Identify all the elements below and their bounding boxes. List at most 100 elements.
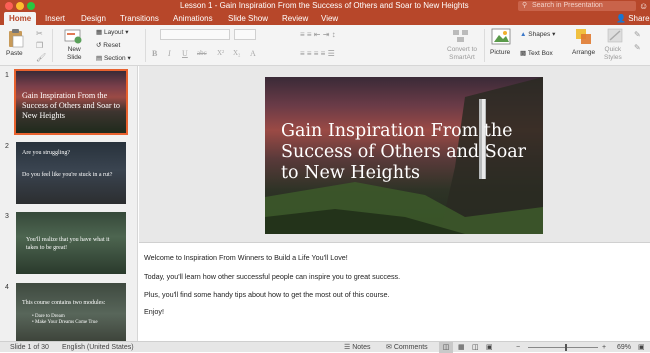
language-status[interactable]: English (United States) — [62, 342, 134, 353]
zoom-window-button[interactable] — [27, 2, 35, 10]
search-input[interactable]: ⚲ Search in Presentation — [518, 1, 636, 11]
zoom-level[interactable]: 69% — [617, 342, 631, 353]
align-icon[interactable]: ≡ ≡ ≡ ≡ ☰ — [300, 49, 335, 58]
tab-design[interactable]: Design — [81, 12, 106, 25]
zoom-in-button[interactable]: + — [602, 342, 606, 353]
reset-label: Reset — [103, 42, 121, 49]
shape-fill-icon[interactable]: ✎ — [634, 30, 641, 39]
italic-button[interactable]: I — [168, 49, 171, 58]
fit-to-window-icon[interactable]: ▣ — [638, 342, 645, 353]
slide-show-button[interactable]: ▣ — [486, 342, 493, 353]
slide-title[interactable]: Gain Inspiration From the Success of Oth… — [281, 121, 531, 184]
speaker-notes-pane[interactable]: Welcome to Inspiration From Winners to B… — [139, 242, 650, 341]
paste-label: Paste — [6, 50, 23, 57]
comments-toggle-button[interactable]: ✉ Comments — [386, 342, 428, 353]
slide-thumbnail-4[interactable]: This course contains two modules: • Dare… — [16, 283, 126, 345]
bullets-icon[interactable]: ≡ ≡ ⇤ ⇥ ↕ — [300, 30, 336, 39]
section-label: Section — [103, 55, 126, 62]
convert-smartart-label: Convert to SmartArt — [447, 46, 477, 61]
font-color-button[interactable]: A — [250, 49, 256, 58]
ribbon-separator — [52, 29, 53, 62]
slide-number: 2 — [5, 143, 9, 150]
underline-button[interactable]: U — [182, 49, 188, 58]
notes-label: Notes — [352, 344, 371, 351]
tab-insert[interactable]: Insert — [45, 12, 65, 25]
reading-view-button[interactable]: ◫ — [472, 342, 479, 353]
tab-home[interactable]: Home — [4, 12, 37, 25]
section-button[interactable]: ▤ Section ▾ — [96, 54, 131, 62]
normal-view-button[interactable]: ◫ — [439, 342, 453, 353]
title-bar: Lesson 1 - Gain Inspiration From the Suc… — [0, 0, 650, 12]
notes-toggle-button[interactable]: ☰ Notes — [344, 342, 371, 353]
new-slide-icon[interactable] — [64, 28, 82, 44]
picture-label: Picture — [490, 49, 511, 56]
slide-sorter-button[interactable]: ▦ — [458, 342, 465, 353]
ribbon-separator — [145, 29, 146, 62]
slide-count: Slide 1 of 30 — [10, 344, 49, 351]
ribbon-home: Paste ✂ ❐ 🖌 New Slide ▦ Layout ▾ ↺ Reset… — [0, 25, 650, 66]
close-window-button[interactable] — [5, 2, 13, 10]
tab-animations[interactable]: Animations — [173, 12, 213, 25]
font-name-field[interactable] — [160, 29, 230, 40]
shapes-button[interactable]: ▲ Shapes ▾ — [520, 30, 555, 38]
paste-icon[interactable] — [7, 28, 25, 48]
feedback-smiley-icon[interactable]: ☺ — [639, 1, 648, 11]
strikethrough-button[interactable]: abc — [197, 49, 207, 57]
subscript-button[interactable]: X₂ — [233, 49, 241, 57]
arrange-label: Arrange — [572, 49, 596, 56]
ribbon-tabs: Home Insert Design Transitions Animation… — [0, 12, 650, 25]
shapes-label: Shapes — [528, 31, 551, 38]
quick-styles-label: Quick Styles — [604, 46, 622, 61]
slide-thumbnail-3[interactable]: You'll realize that you have what it tak… — [16, 212, 126, 274]
format-painter-icon[interactable]: 🖌 — [36, 53, 46, 62]
search-icon: ⚲ — [522, 2, 528, 9]
font-size-field[interactable] — [234, 29, 256, 40]
slide-number: 3 — [5, 213, 9, 220]
thumbnail-text: Do you feel like you're stuck in a rut? — [22, 172, 113, 178]
slide-thumbnail-1[interactable]: Gain Inspiration From the Success of Oth… — [14, 69, 128, 135]
slide-number: 1 — [5, 72, 9, 79]
reset-button[interactable]: ↺ Reset — [96, 41, 120, 49]
tab-review[interactable]: Review — [282, 12, 308, 25]
note-line: Plus, you'll find some handy tips about … — [144, 290, 390, 299]
tab-view[interactable]: View — [321, 12, 338, 25]
current-slide[interactable]: Gain Inspiration From the Success of Oth… — [265, 77, 543, 234]
slide-thumbnail-panel[interactable]: 1 Gain Inspiration From the Success of O… — [0, 66, 138, 345]
arrange-icon[interactable] — [575, 28, 593, 45]
bold-button[interactable]: B — [152, 49, 157, 58]
zoom-out-button[interactable]: − — [516, 342, 520, 353]
thumbnail-text: Are you struggling? — [22, 150, 70, 156]
ribbon-separator — [484, 29, 485, 62]
slide-number: 4 — [5, 284, 9, 291]
thumbnail-text: You'll realize that you have what it tak… — [26, 237, 110, 251]
search-placeholder: Search in Presentation — [532, 2, 603, 9]
note-line: Today, you'll learn how other successful… — [144, 272, 401, 281]
text-box-label: Text Box — [527, 50, 553, 57]
slide-editing-canvas[interactable]: Gain Inspiration From the Success of Oth… — [139, 66, 650, 242]
share-button[interactable]: 👤 Share — [616, 12, 650, 25]
zoom-slider[interactable] — [528, 347, 598, 348]
copy-icon[interactable]: ❐ — [36, 41, 43, 50]
layout-label: Layout — [103, 29, 124, 36]
tab-slide-show[interactable]: Slide Show — [228, 12, 268, 25]
tab-transitions[interactable]: Transitions — [120, 12, 159, 25]
quick-styles-icon[interactable] — [607, 28, 625, 45]
shape-outline-icon[interactable]: ✎ — [634, 43, 641, 52]
slide-thumbnail-2[interactable]: Are you struggling? Do you feel like you… — [16, 142, 126, 204]
share-label: Share — [628, 14, 650, 23]
bullet-text: Dare to Dream — [35, 314, 65, 319]
note-line: Enjoy! — [144, 307, 164, 316]
layout-button[interactable]: ▦ Layout ▾ — [96, 28, 129, 36]
comments-label: Comments — [393, 344, 428, 351]
superscript-button[interactable]: X² — [217, 49, 224, 57]
minimize-window-button[interactable] — [16, 2, 24, 10]
zoom-slider-handle[interactable] — [565, 344, 567, 351]
cut-icon[interactable]: ✂ — [36, 29, 43, 38]
smartart-icon[interactable] — [451, 28, 471, 44]
picture-icon[interactable] — [491, 28, 511, 45]
status-bar: Slide 1 of 30 English (United States) ☰ … — [0, 341, 650, 353]
note-line: Welcome to Inspiration From Winners to B… — [144, 253, 348, 262]
new-slide-label: New Slide — [67, 46, 82, 61]
text-box-button[interactable]: ▩ Text Box — [520, 49, 553, 57]
window-title: Lesson 1 - Gain Inspiration From the Suc… — [180, 1, 469, 10]
